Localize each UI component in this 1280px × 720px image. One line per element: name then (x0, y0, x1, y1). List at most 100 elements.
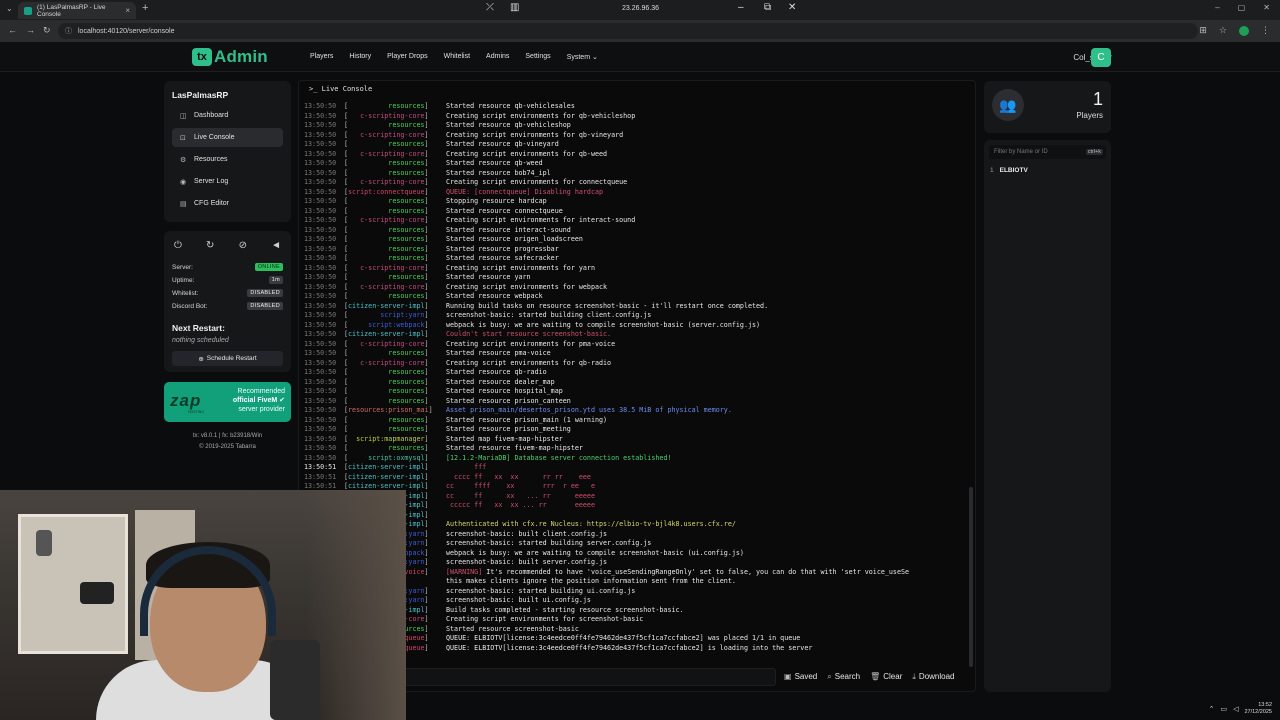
txadmin-logo[interactable]: tx Admin (192, 47, 268, 67)
console-line: 13:50:50 [ c-scripting-core] Creating scri… (304, 112, 964, 122)
console-channel: [ resources] (344, 206, 429, 215)
restart-server-icon[interactable]: ↻ (206, 240, 214, 251)
avatar[interactable]: C (1091, 48, 1111, 67)
console-timestamp: 13:50:50 (304, 282, 337, 291)
console-timestamp: 13:50:50 (304, 102, 337, 110)
forward-icon[interactable]: → (26, 25, 35, 35)
site-info-icon[interactable]: ⓘ (65, 26, 72, 36)
sidebar-item-server-log[interactable]: ◉ Server Log (172, 172, 283, 191)
nav-history[interactable]: History (349, 53, 371, 61)
sidebar-item-resources[interactable]: ⚙ Resources (172, 150, 283, 169)
version-info: tx: v8.0.1 | fx: b23918/Win © 2019-2025 … (164, 431, 291, 453)
shelf-object-image (36, 530, 52, 556)
console-channel: [ c-scripting-core] (344, 358, 429, 367)
clear-button[interactable]: 🗑 Clear (870, 672, 902, 682)
console-channel: [ resources] (344, 273, 429, 281)
console-channel-name: script:webpack (368, 320, 425, 329)
console-message: screenshot-basic: started building clien… (446, 311, 652, 319)
sidebar-item-cfg-editor[interactable]: ▤ CFG Editor (172, 194, 283, 213)
clock[interactable]: 13:52 27/12/2025 (1244, 702, 1272, 716)
kick-all-icon[interactable]: ⊘ (239, 240, 247, 251)
download-label: Download (918, 672, 955, 681)
console-line: 13:50:50 [ resources] Started resource qb-… (304, 159, 964, 169)
nav-admins[interactable]: Admins (486, 53, 509, 61)
console-message: Started resource prison_main (1 warning) (446, 415, 608, 424)
console-channel-name: resources (388, 140, 425, 148)
console-scrollbar[interactable] (969, 487, 973, 667)
translate-icon[interactable]: ⊞ (1199, 25, 1207, 36)
console-warning-tag: [WARNING] (446, 567, 483, 576)
maximize-icon[interactable]: ▢ (1238, 3, 1246, 12)
close-window-icon[interactable]: ✕ (1263, 3, 1270, 12)
console-line: 13:50:50 [ resources] Started resource bob… (304, 169, 964, 179)
volume-icon[interactable]: ◁ (1233, 705, 1238, 713)
nav-players[interactable]: Players (310, 53, 333, 61)
console-command-input[interactable] (398, 668, 776, 686)
status-badge: ONLINE (254, 263, 283, 271)
saved-button[interactable]: ▣ Saved (784, 672, 817, 682)
console-channel: [citizen-server-impl] (344, 301, 429, 310)
console-channel-name: c-scripting-core (360, 111, 425, 120)
minimize-remote-icon[interactable]: – (738, 2, 744, 13)
tab-search-icon[interactable]: ⌄ (6, 4, 13, 13)
console-timestamp: 13:50:50 (304, 225, 337, 234)
network-icon[interactable]: ▭ (1220, 705, 1227, 713)
console-channel-name: resources (388, 244, 425, 253)
nav-player-drops[interactable]: Player Drops (387, 53, 427, 61)
tray-chevron-icon[interactable]: ⌃ (1209, 705, 1215, 713)
profile-icon[interactable] (1239, 25, 1249, 36)
console-message: Started resource dealer_map (446, 377, 555, 386)
reload-icon[interactable]: ↻ (43, 25, 51, 36)
new-tab-button[interactable]: + (142, 2, 148, 14)
nav-whitelist[interactable]: Whitelist (444, 53, 470, 61)
console-timestamp: 13:50:50 (304, 159, 337, 167)
url-field[interactable]: ⓘ localhost:40120/server/console (58, 23, 1198, 39)
sidebar-item-dashboard[interactable]: ◫ Dashboard (172, 106, 283, 125)
console-line: 13:50:50 [ c-scripting-core] Creating scri… (304, 359, 964, 369)
zap-line3: server provider (238, 406, 285, 413)
console-line: 13:50:50 [ resources] Stopping resource ha… (304, 197, 964, 207)
back-icon[interactable]: ← (8, 25, 17, 35)
console-line: 13:50:50 [ c-scripting-core] Creating scri… (304, 178, 964, 188)
restore-remote-icon[interactable]: ⧉ (764, 2, 771, 13)
console-timestamp: 13:50:50 (304, 415, 337, 424)
console-message: Started resource qb-vehiclesales (446, 102, 575, 110)
player-list-card: Filter by Name or ID ctrl+k 1 ELBIOTV (984, 140, 1111, 692)
download-button[interactable]: ⤓ Download (912, 672, 954, 682)
tab-close-icon[interactable]: × (125, 6, 130, 15)
browser-tab-active[interactable]: (1) LasPalmasRP - Live Console × (18, 2, 136, 19)
pin-icon[interactable]: ⤫ (486, 2, 494, 13)
console-timestamp: 13:50:50 (304, 121, 337, 129)
sidebar-item-live-console[interactable]: ⊡ Live Console (172, 128, 283, 147)
nav-settings[interactable]: Settings (525, 53, 550, 61)
console-timestamp: 13:50:50 (304, 396, 337, 405)
resources-icon: ⚙ (180, 156, 187, 164)
console-timestamp: 13:50:50 (304, 206, 337, 215)
zap-hosting-banner[interactable]: zap HOSTING Recommended official FiveM ✔… (164, 382, 291, 422)
browser-menu-icon[interactable]: ⋮ (1261, 25, 1270, 36)
console-channel-name: resources (388, 168, 425, 177)
bookmark-star-icon[interactable]: ☆ (1219, 25, 1227, 36)
console-channel-name: resources (388, 396, 425, 405)
console-channel: [ c-scripting-core] (344, 178, 429, 186)
minimize-icon[interactable]: – (1215, 3, 1219, 12)
console-message: Creating script environments for qb-vehi… (446, 111, 636, 120)
stop-server-icon[interactable]: ⏻ (174, 240, 182, 251)
search-icon: ⌕ (827, 672, 832, 681)
search-button[interactable]: ⌕ Search (827, 672, 860, 682)
console-message: Started resource qb-vineyard (446, 140, 559, 148)
console-timestamp: 13:50:50 (304, 254, 337, 262)
console-message: fff (446, 463, 487, 471)
console-channel: [citizen-server-impl] (344, 463, 429, 471)
nav-system[interactable]: System ⌄ (567, 53, 598, 61)
console-line: 13:50:50 [ c-scripting-core] Creating scri… (304, 264, 964, 274)
schedule-restart-button[interactable]: ⊕ Schedule Restart (172, 351, 283, 366)
copyright-line: © 2019-2025 Tabarra (199, 444, 256, 450)
console-channel: [ resources] (344, 254, 429, 262)
player-row[interactable]: 1 ELBIOTV (990, 167, 1028, 174)
tab-title: (1) LasPalmasRP - Live Console (37, 3, 106, 18)
announce-icon[interactable]: ◄ (271, 240, 281, 251)
console-channel-name: resources (388, 102, 425, 110)
close-remote-icon[interactable]: ✕ (788, 2, 796, 13)
player-filter-input[interactable]: Filter by Name or ID ctrl+k (989, 145, 1106, 159)
